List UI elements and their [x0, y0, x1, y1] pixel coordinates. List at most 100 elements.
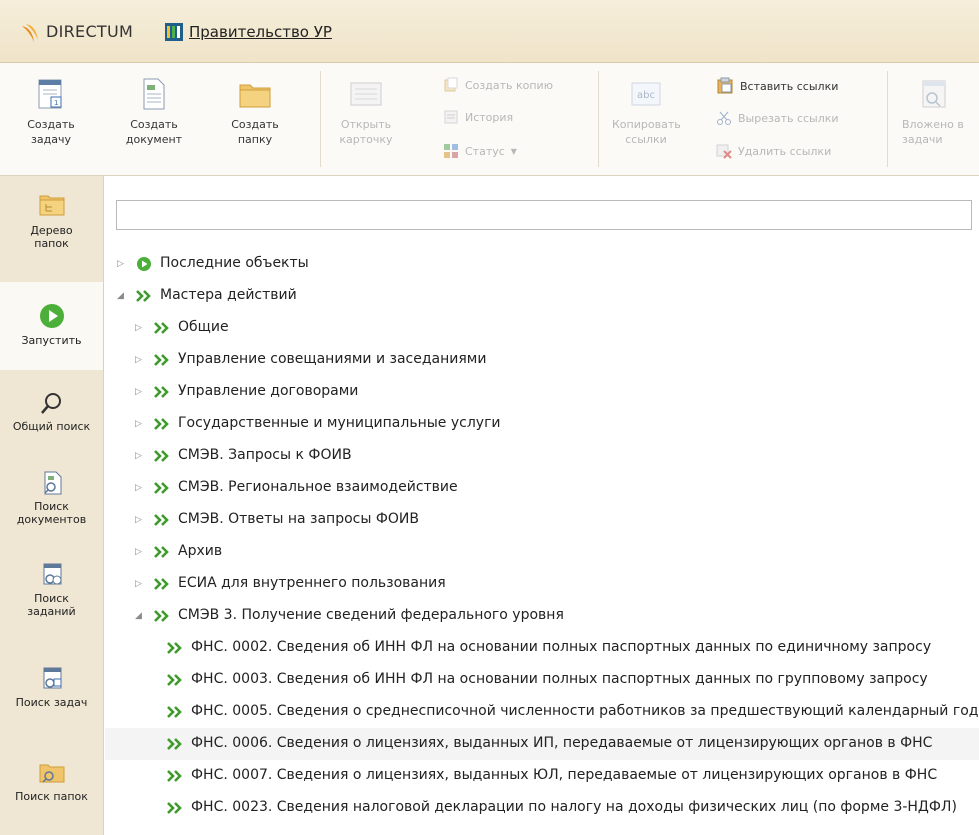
tree-row[interactable]: ▷ СМЭВ. Запросы к ФОИВ — [105, 440, 979, 472]
search-icon — [40, 393, 61, 414]
tree-row-label: СМЭВ. Запросы к ФОИВ — [178, 447, 352, 463]
tree-row[interactable]: ФНС. 0005. Сведения о среднесписочной чи… — [105, 696, 979, 728]
tree-row[interactable]: ▷ Общие — [105, 312, 979, 344]
sidebar-item-task-search[interactable]: Поиск задач — [0, 666, 103, 716]
tree-row[interactable]: ▷ Государственные и муниципальные услуги — [105, 408, 979, 440]
tree-row[interactable]: ◢ Мастера действий — [105, 280, 979, 312]
tree-row[interactable]: ◢ СМЭВ 3. Получение сведений федерального… — [105, 600, 979, 632]
tree-row-label: ФНС. 0002. Сведения об ИНН ФЛ на основан… — [191, 639, 932, 655]
tree-row[interactable]: ФНС. 0007. Сведения о лицензиях, выданны… — [105, 760, 979, 792]
org-icon — [165, 23, 183, 41]
tree-row[interactable]: ▷ Управление совещаниями и заседаниями — [105, 344, 979, 376]
double-chevron-icon — [167, 802, 182, 814]
app-brand: DIRECTUM — [46, 22, 134, 41]
sidebar-item-folder-search[interactable]: Поиск папок — [0, 760, 103, 810]
tree-row-label: СМЭВ 3. Получение сведений федерального … — [178, 607, 564, 623]
copy-links-button[interactable]: abc Копировать ссылки — [612, 77, 681, 147]
tree-row[interactable]: ФНС. 0006. Сведения о лицензиях, выданны… — [105, 728, 979, 760]
create-task-button[interactable]: 1 Создать задачу — [22, 77, 80, 147]
tree-row-label: СМЭВ. Ответы на запросы ФОИВ — [178, 511, 419, 527]
svg-text:1: 1 — [54, 99, 58, 107]
double-chevron-icon — [154, 354, 169, 366]
nested-in-tasks-button[interactable]: Вложено в задачи — [902, 77, 979, 147]
card-icon — [350, 82, 382, 106]
collapsed-arrow-icon[interactable]: ▷ — [135, 322, 145, 334]
sidebar-item-general-search[interactable]: Общий поиск — [0, 390, 103, 450]
task-search-icon — [43, 667, 61, 689]
tree-row-label: Последние объекты — [160, 255, 309, 271]
play-circle-icon — [137, 257, 151, 271]
double-chevron-icon — [154, 386, 169, 398]
tree-row-label: ЕСИА для внутреннего пользования — [178, 575, 446, 591]
history-button[interactable]: История — [443, 109, 513, 125]
scissors-icon — [717, 111, 731, 125]
collapsed-arrow-icon[interactable]: ▷ — [135, 418, 145, 430]
double-chevron-icon — [136, 290, 151, 302]
double-chevron-icon — [167, 674, 182, 686]
create-copy-button[interactable]: Создать копию — [443, 77, 553, 93]
tree-row-label: ФНС. 0005. Сведения о среднесписочной чи… — [191, 703, 979, 719]
paste-links-button[interactable]: Вставить ссылки — [716, 77, 838, 95]
tree-row[interactable]: ФНС. 0003. Сведения об ИНН ФЛ на основан… — [105, 664, 979, 696]
sidebar-item-folder-tree[interactable]: Дерево папок — [0, 190, 103, 276]
expanded-arrow-icon[interactable]: ◢ — [135, 610, 145, 622]
collapsed-arrow-icon[interactable]: ▷ — [135, 354, 145, 366]
tree-row[interactable]: ФНС. 0023. Сведения налоговой декларации… — [105, 792, 979, 824]
copy-links-icon: abc — [631, 82, 661, 106]
directum-logo-icon — [22, 24, 38, 42]
double-chevron-icon — [154, 578, 169, 590]
create-document-button[interactable]: Создать документ — [122, 77, 186, 147]
search-input[interactable] — [116, 200, 972, 230]
copy-icon — [444, 77, 458, 92]
create-folder-button[interactable]: Создать папку — [225, 77, 285, 147]
tree-row-label: ФНС. 0023. Сведения налоговой декларации… — [191, 799, 957, 815]
double-chevron-icon — [154, 418, 169, 430]
tree-row[interactable]: ▷ Архив — [105, 536, 979, 568]
double-chevron-icon — [154, 322, 169, 334]
double-chevron-icon — [167, 706, 182, 718]
ribbon-separator — [320, 71, 321, 167]
tree-row[interactable]: ▷ СМЭВ. Ответы на запросы ФОИВ — [105, 504, 979, 536]
cut-links-button[interactable]: Вырезать ссылки — [716, 110, 839, 126]
folder-tree-icon — [39, 195, 64, 216]
tree-row[interactable]: ▷ Последние объекты — [105, 248, 979, 280]
collapsed-arrow-icon[interactable]: ▷ — [135, 450, 145, 462]
title-bar: DIRECTUM Правительство УР — [0, 0, 979, 63]
tree-row-label: СМЭВ. Региональное взаимодействие — [178, 479, 458, 495]
tree-row-label: ФНС. 0003. Сведения об ИНН ФЛ на основан… — [191, 671, 928, 687]
sidebar-item-document-search[interactable]: Поиск документов — [0, 470, 103, 540]
delete-links-button[interactable]: Удалить ссылки — [716, 143, 831, 159]
open-card-button[interactable]: Открыть карточку — [337, 77, 395, 147]
tree-row[interactable]: ▷ СМЭВ. Региональное взаимодействие — [105, 472, 979, 504]
history-icon — [444, 110, 458, 124]
organization-link[interactable]: Правительство УР — [189, 23, 332, 41]
collapsed-arrow-icon[interactable]: ▷ — [135, 514, 145, 526]
tree-row[interactable]: ▷ ЕСИА для внутреннего пользования — [105, 568, 979, 600]
tree-row[interactable]: ▷ Управление договорами — [105, 376, 979, 408]
folder-search-icon — [39, 764, 64, 783]
document-icon — [143, 78, 165, 110]
document-search-icon — [43, 471, 61, 495]
ribbon-toolbar: 1 Создать задачу Создать документ Создат… — [0, 63, 979, 176]
status-grid-icon — [444, 144, 458, 158]
tree-row[interactable]: ФНС. 0002. Сведения об ИНН ФЛ на основан… — [105, 632, 979, 664]
svg-text:abc: abc — [637, 90, 655, 101]
double-chevron-icon — [154, 610, 169, 622]
expanded-arrow-icon[interactable]: ◢ — [117, 290, 127, 302]
delete-links-icon — [716, 144, 732, 159]
play-circle-icon — [39, 304, 64, 328]
tree-row-label: Архив — [178, 543, 223, 559]
collapsed-arrow-icon[interactable]: ▷ — [135, 386, 145, 398]
tree-row-label: Государственные и муниципальные услуги — [178, 415, 501, 431]
sidebar-item-run[interactable]: Запустить — [0, 282, 103, 370]
double-chevron-icon — [167, 770, 182, 782]
collapsed-arrow-icon[interactable]: ▷ — [117, 258, 127, 270]
ribbon-separator — [598, 71, 599, 167]
status-dropdown[interactable]: Статус ▼ — [443, 143, 517, 159]
double-chevron-icon — [154, 482, 169, 494]
collapsed-arrow-icon[interactable]: ▷ — [135, 482, 145, 494]
collapsed-arrow-icon[interactable]: ▷ — [135, 546, 145, 558]
collapsed-arrow-icon[interactable]: ▷ — [135, 578, 145, 590]
assignment-search-icon — [43, 563, 61, 585]
sidebar-item-assignment-search[interactable]: Поиск заданий — [0, 562, 103, 632]
